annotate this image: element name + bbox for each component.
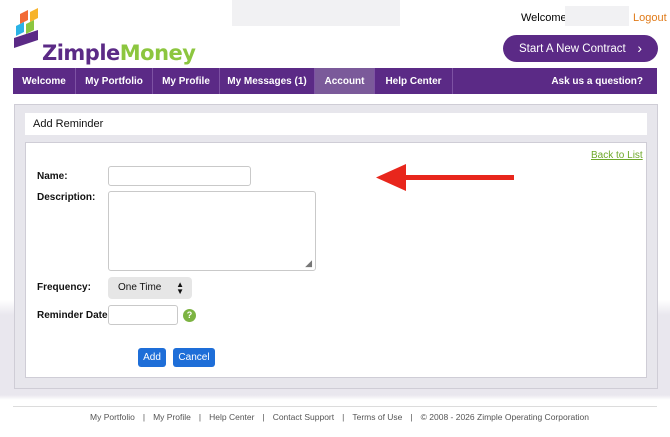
footer-link-contact-support[interactable]: Contact Support [273,412,334,422]
reminder-date-input[interactable] [108,305,178,325]
back-to-list-link[interactable]: Back to List [591,150,643,161]
select-arrows-icon: ▲ ▼ [176,280,184,296]
panel-title: Add Reminder [25,113,647,135]
footer-divider [13,406,657,407]
footer-link-my-profile[interactable]: My Profile [153,412,191,422]
footer: My Portfolio | My Profile | Help Center | Cont… [90,412,589,422]
welcome-username-area [565,6,629,26]
nav-item-help-center[interactable]: Help Center [375,68,453,94]
frequency-select[interactable]: One Time ▲ ▼ [108,277,192,299]
logo-text-zimple: Zimple [42,41,120,65]
reminder-date-label: Reminder Date: [37,310,111,321]
footer-link-terms-of-use[interactable]: Terms of Use [352,412,402,422]
red-arrow-icon [376,164,514,191]
add-button[interactable]: Add [138,348,166,367]
name-input[interactable] [108,166,251,186]
name-label: Name: [37,171,68,182]
footer-link-help-center[interactable]: Help Center [209,412,254,422]
welcome-text: Welcome, [521,12,570,24]
logout-link[interactable]: Logout [633,12,667,24]
nav-ask-question[interactable]: Ask us a question? [551,68,657,94]
footer-copyright: © 2008 - 2026 Zimple Operating Corporati… [420,412,589,422]
nav-item-my-portfolio[interactable]: My Portfolio [76,68,153,94]
cancel-button[interactable]: Cancel [173,348,215,367]
nav-item-account[interactable]: Account [315,68,375,94]
main-nav: Welcome My Portfolio My Profile My Messa… [13,68,657,94]
resize-handle-icon[interactable]: ◢ [305,259,312,268]
header-blank-area [232,0,400,26]
nav-item-my-profile[interactable]: My Profile [153,68,220,94]
nav-item-welcome[interactable]: Welcome [13,68,76,94]
logo-wordmark: ZimpleMoney [42,41,196,65]
frequency-label: Frequency: [37,282,91,293]
logo-text-money: Money [119,41,196,65]
chevron-right-icon: › [637,40,642,56]
start-new-contract-button[interactable]: Start A New Contract › [503,35,658,62]
start-new-contract-label: Start A New Contract [519,42,626,55]
description-textarea[interactable]: ◢ [108,191,316,271]
frequency-selected-value: One Time [118,282,162,293]
description-label: Description: [37,192,96,203]
nav-item-my-messages[interactable]: My Messages (1) [220,68,315,94]
footer-link-my-portfolio[interactable]: My Portfolio [90,412,135,422]
logo[interactable]: ZimpleMoney [12,8,196,65]
help-icon[interactable]: ? [183,309,196,322]
